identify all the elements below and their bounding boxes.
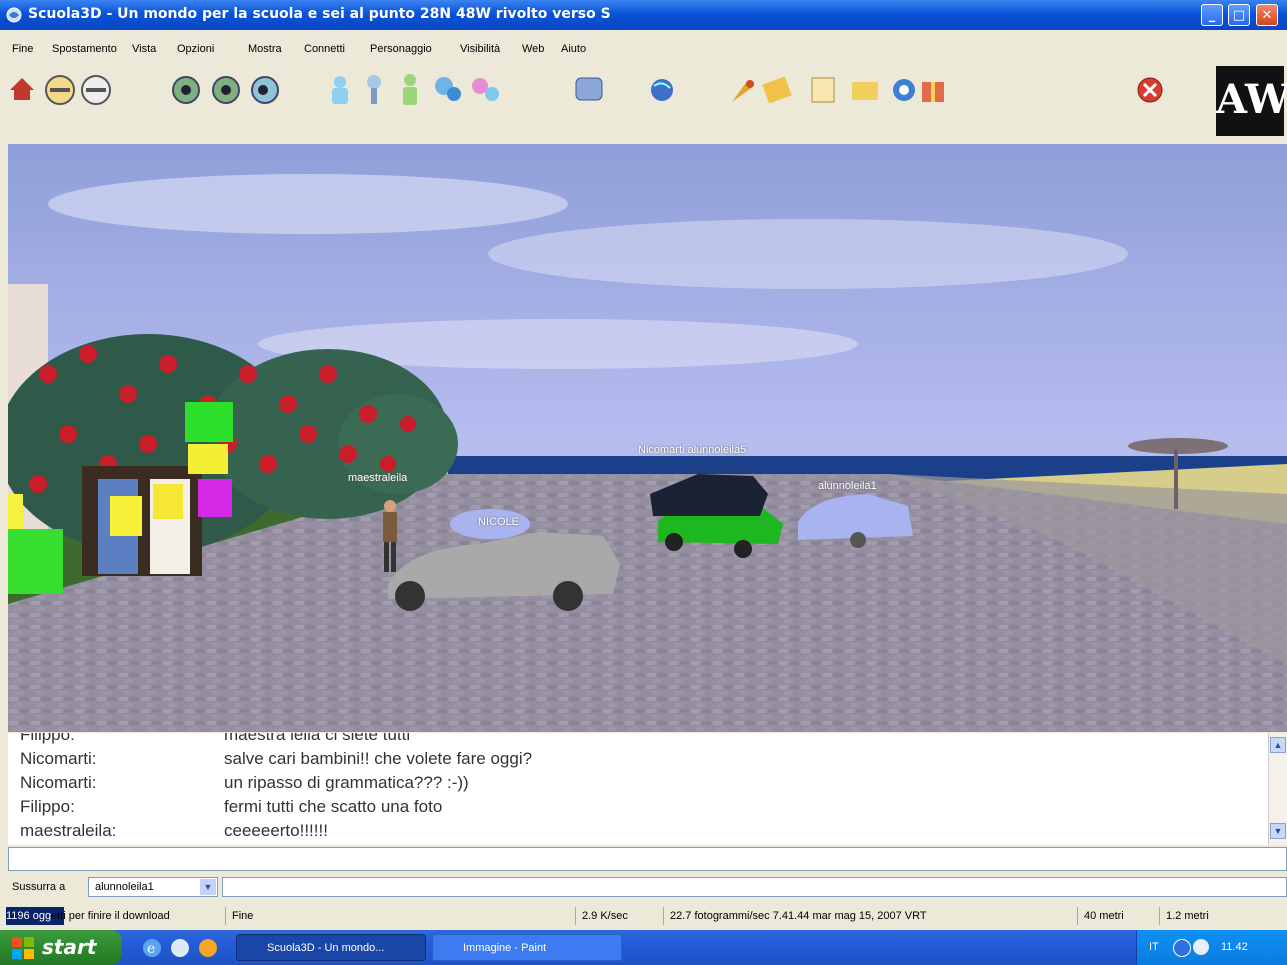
3d-scene-render: [8, 144, 1287, 732]
quick-launch: e: [143, 939, 217, 957]
network-icon[interactable]: [1193, 939, 1209, 955]
window-title: Scuola3D - Un mondo per la scuola e sei …: [28, 6, 611, 22]
menu-spostamento[interactable]: Spostamento: [52, 43, 117, 55]
menu-fine[interactable]: Fine: [12, 43, 33, 55]
chat-message: fermi tutti che scatto una foto: [224, 797, 443, 816]
media-icon[interactable]: [199, 939, 217, 957]
3d-view[interactable]: maestraleila Nicomarti alunnoleila5 NICO…: [8, 144, 1287, 732]
notes-icon[interactable]: [811, 77, 835, 103]
whisper-input[interactable]: [222, 877, 1287, 897]
clock[interactable]: 11.42: [1221, 941, 1248, 953]
chat-input[interactable]: [8, 847, 1287, 871]
taskbar-item-label: Immagine - Paint: [463, 942, 547, 954]
teleport-icon[interactable]: [367, 75, 381, 104]
maximize-button[interactable]: □: [1228, 4, 1250, 26]
chat-sender: Filippo:: [20, 733, 75, 744]
nametag-nicole: NICOLE: [478, 516, 519, 528]
chat-sender: Nicomarti:: [20, 773, 97, 792]
chat-message: ceeeeerto!!!!!!: [224, 821, 328, 840]
title-bar: Scuola3D - Un mondo per la scuola e sei …: [0, 0, 1287, 30]
chat-sender: Nicomarti:: [20, 749, 97, 768]
menu-visibilita[interactable]: Visibilità: [460, 43, 500, 55]
download-text: etti per finire il download: [51, 910, 170, 922]
view-first-person-icon[interactable]: [172, 76, 200, 104]
windows-logo-icon: [12, 937, 34, 959]
status-bar: 1196 oggetti per finire il download Fine…: [0, 904, 1287, 928]
telegram-icon[interactable]: [472, 78, 499, 101]
chat-icon[interactable]: [575, 77, 603, 101]
refresh-icon[interactable]: [893, 79, 915, 101]
status-fps-time: 22.7 fotogrammi/sec 7.41.44 mar mag 15, …: [663, 907, 1078, 925]
menu-web[interactable]: Web: [522, 43, 544, 55]
toolbar-icons: [10, 74, 1163, 105]
status-rate: 2.9 K/sec: [575, 907, 664, 925]
nametag-alunnoleila1: alunnoleila1: [818, 480, 877, 492]
ie-icon[interactable]: e: [143, 939, 161, 957]
menu-bar: Fine Spostamento Vista Opzioni Mostra Co…: [0, 41, 1287, 59]
chat-scrollbar[interactable]: ▲ ▼: [1268, 733, 1287, 845]
close-button[interactable]: ✕: [1256, 4, 1278, 26]
avatar-icon[interactable]: [332, 76, 348, 104]
menu-aiuto[interactable]: Aiuto: [561, 43, 586, 55]
build-icon[interactable]: [762, 76, 792, 104]
scroll-down-icon[interactable]: ▼: [1270, 823, 1286, 839]
download-count: 1196 ogg: [6, 910, 52, 922]
language-indicator[interactable]: IT: [1149, 941, 1159, 953]
menu-mostra[interactable]: Mostra: [248, 43, 282, 55]
chat-message: un ripasso di grammatica??? :-)): [224, 773, 469, 792]
whisper-recipient-select[interactable]: alunnoleila1 ▼: [88, 877, 218, 897]
menu-opzioni[interactable]: Opzioni: [177, 43, 214, 55]
activeworlds-app-icon: [6, 7, 22, 23]
taskbar-item-label: Scuola3D - Un mondo...: [267, 942, 385, 954]
tray-expand-icon[interactable]: [1173, 939, 1191, 957]
contacts-icon[interactable]: [435, 77, 461, 101]
gift-icon[interactable]: [922, 82, 944, 102]
status-height: 1.2 metri: [1159, 907, 1284, 925]
rocket-icon[interactable]: [732, 80, 754, 102]
chat-log[interactable]: Filippo: maestra leila ci siete tutti Ni…: [8, 733, 1287, 845]
chat-message: maestra leila ci siete tutti: [224, 733, 411, 744]
minimize-button[interactable]: _: [1201, 4, 1223, 26]
nametag-nicomarti-group: Nicomarti alunnoleila5: [638, 444, 747, 456]
chat-sender: Filippo:: [20, 797, 75, 816]
whisper-selected-value: alunnoleila1: [95, 881, 154, 893]
folder-icon[interactable]: [852, 82, 878, 100]
menu-personaggio[interactable]: Personaggio: [370, 43, 432, 55]
status-state: Fine: [225, 907, 576, 925]
nametag-maestraleila: maestraleila: [348, 472, 408, 484]
menu-connetti[interactable]: Connetti: [304, 43, 345, 55]
home-icon[interactable]: [10, 78, 34, 100]
whisper-label: Sussurra a: [12, 881, 66, 893]
svg-text:e: e: [147, 941, 155, 957]
activeworlds-logo: AW: [1216, 66, 1287, 136]
download-status: 1196 oggetti per finire il download: [6, 907, 170, 925]
scroll-up-icon[interactable]: ▲: [1270, 737, 1286, 753]
start-button[interactable]: start: [0, 930, 122, 965]
stop-icon[interactable]: [1137, 77, 1163, 103]
whisper-row: Sussurra a alunnoleila1 ▼: [8, 875, 1287, 901]
world-icon[interactable]: [651, 79, 673, 101]
menu-vista[interactable]: Vista: [132, 43, 156, 55]
taskbar-item-paint[interactable]: Immagine - Paint: [432, 934, 622, 961]
view-front-icon[interactable]: [251, 76, 279, 104]
back-icon[interactable]: [45, 75, 75, 105]
taskbar: start e Scuola3D - Un mondo... Immagine …: [0, 930, 1287, 965]
chevron-down-icon[interactable]: ▼: [200, 879, 216, 895]
chat-message: salve cari bambini!! che volete fare ogg…: [224, 749, 533, 768]
forward-icon[interactable]: [81, 75, 111, 105]
explorer-icon[interactable]: [171, 939, 189, 957]
start-label: start: [42, 935, 97, 959]
system-tray: IT 11.42: [1136, 930, 1287, 965]
taskbar-item-scuola3d[interactable]: Scuola3D - Un mondo...: [236, 934, 426, 961]
status-visibility: 40 metri: [1077, 907, 1160, 925]
gesture-icon[interactable]: [403, 74, 417, 105]
view-third-person-icon[interactable]: [212, 76, 240, 104]
chat-sender: maestraleila:: [20, 821, 117, 840]
